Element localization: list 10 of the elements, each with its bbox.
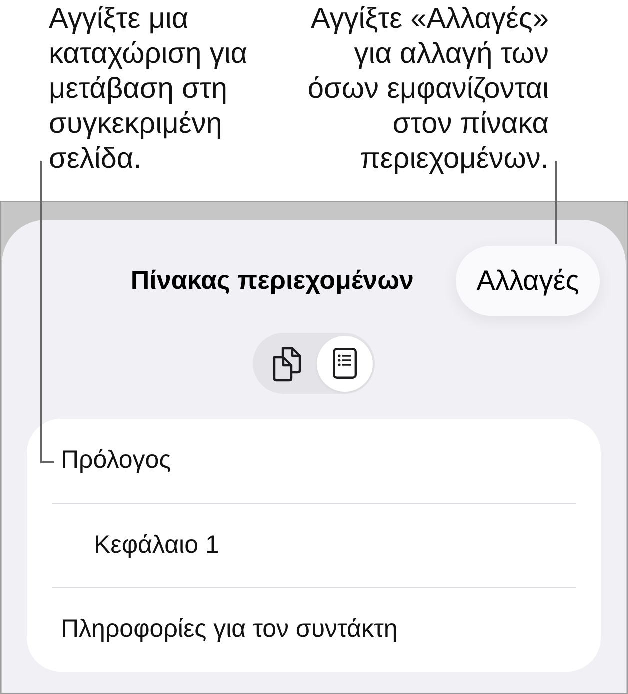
documents-icon (272, 346, 302, 382)
edit-button[interactable]: Αλλαγές (456, 246, 600, 316)
callout-text: Αγγίξτε μια καταχώριση για μετάβαση στη συγκεκριμένη σελίδα. (49, 2, 248, 177)
contents-entry[interactable]: Πληροφορίες για τον συντάκτη (61, 610, 398, 648)
callout-text: Αγγίξτε «Αλλαγές» για αλλαγή των όσων εμφανίζονται στον πίνακα περιεχομένων. (308, 2, 549, 177)
sheet-title: Πίνακας περιεχομένων (130, 265, 414, 297)
contents-entry[interactable]: Πρόλογος (61, 442, 172, 480)
list-document-icon (333, 348, 357, 379)
view-tab[interactable] (317, 336, 373, 392)
contents-entry[interactable]: Κεφάλαιο 1 (94, 526, 220, 564)
